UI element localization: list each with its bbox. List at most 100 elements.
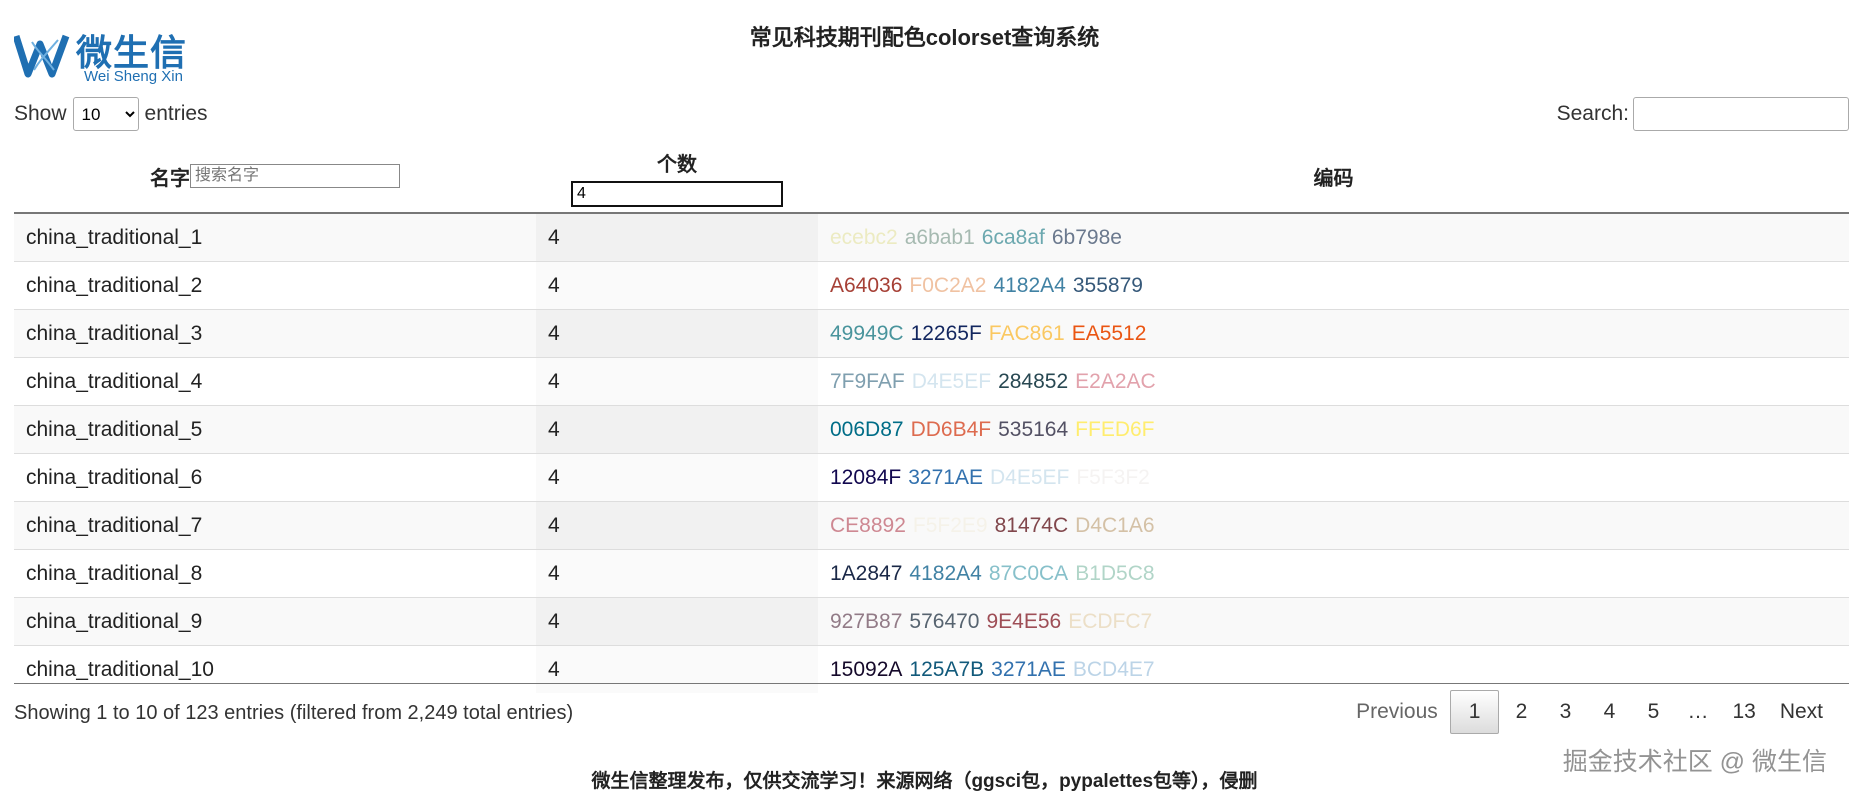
column-code-label: 编码 xyxy=(1313,167,1354,190)
pagination: Previous 1 2 3 4 5 … 13 Next xyxy=(1344,690,1835,734)
color-code: 6b798e xyxy=(1051,225,1122,249)
color-code: ecebc2 xyxy=(830,225,898,249)
color-code: 4182A4 xyxy=(909,561,982,585)
color-code: 576470 xyxy=(909,609,980,633)
table-row: china_traditional_1 4 ecebc2 a6bab1 6ca8af 6b… xyxy=(14,214,1849,261)
table-bottom-border xyxy=(14,683,1849,684)
cell-count: 4 xyxy=(536,214,818,261)
table-header: 名字 个数 编码 xyxy=(14,140,1849,214)
cell-codes: 15092A 125A7B 3271AE BCD4E7 xyxy=(818,646,1849,693)
cell-name: china_traditional_9 xyxy=(14,598,536,645)
page-ellipsis: … xyxy=(1687,700,1709,723)
color-code: 7F9FAF xyxy=(830,369,905,393)
cell-count: 4 xyxy=(536,598,818,645)
cell-codes: 12084F 3271AE D4E5EF F5F3F2 xyxy=(818,454,1849,501)
color-code: ECDFC7 xyxy=(1068,609,1153,633)
page-button[interactable]: 2 xyxy=(1499,690,1543,734)
table-row: china_traditional_3 4 49949C 12265F FAC861 EA… xyxy=(14,309,1849,357)
cell-count: 4 xyxy=(536,406,818,453)
cell-count: 4 xyxy=(536,502,818,549)
page-title: 常见科技期刊配色colorset查询系统 xyxy=(749,25,1100,50)
color-code: E2A2AC xyxy=(1075,369,1156,393)
length-prefix: Show xyxy=(14,102,67,125)
color-code: 535164 xyxy=(998,417,1069,441)
count-filter-input[interactable] xyxy=(571,181,783,207)
cell-codes: 006D87 DD6B4F 535164 FFED6F xyxy=(818,406,1849,453)
table-row: china_traditional_7 4 CE8892 F5F2E9 81474C D4… xyxy=(14,501,1849,549)
color-code: 6ca8af xyxy=(981,225,1045,249)
page-button-current[interactable]: 1 xyxy=(1449,690,1500,734)
cell-codes: 7F9FAF D4E5EF 284852 E2A2AC xyxy=(818,358,1849,405)
previous-page-button[interactable]: Previous xyxy=(1344,690,1450,734)
color-code: D4E5EF xyxy=(911,369,992,393)
length-control: Show 10 entries xyxy=(14,97,208,131)
color-code: 125A7B xyxy=(909,657,985,681)
cell-codes: CE8892 F5F2E9 81474C D4C1A6 xyxy=(818,502,1849,549)
table-row: china_traditional_10 4 15092A 125A7B 3271AE B… xyxy=(14,645,1849,693)
column-count-label: 个数 xyxy=(657,154,697,176)
color-code: F0C2A2 xyxy=(909,273,987,297)
name-filter-input[interactable] xyxy=(190,164,400,188)
cell-name: china_traditional_4 xyxy=(14,358,536,405)
cell-count: 4 xyxy=(536,454,818,501)
cell-codes: A64036 F0C2A2 4182A4 355879 xyxy=(818,262,1849,309)
column-name-label: 名字 xyxy=(150,167,190,190)
column-header-count[interactable]: 个数 xyxy=(536,140,818,212)
page-button[interactable]: 3 xyxy=(1543,690,1587,734)
column-header-code[interactable]: 编码 xyxy=(818,140,1849,212)
table-row: china_traditional_9 4 927B87 576470 9E4E56 EC… xyxy=(14,597,1849,645)
table-body: china_traditional_1 4 ecebc2 a6bab1 6ca8af 6b… xyxy=(14,214,1849,693)
color-code: 81474C xyxy=(994,513,1069,537)
watermark: 掘金技术社区 @ 微生信 xyxy=(1562,748,1827,776)
color-code: FAC861 xyxy=(988,321,1065,345)
page-button[interactable]: 5 xyxy=(1631,690,1675,734)
color-code: FFED6F xyxy=(1075,417,1155,441)
length-suffix: entries xyxy=(144,102,208,125)
color-code: EA5512 xyxy=(1071,321,1147,345)
next-page-button[interactable]: Next xyxy=(1768,690,1835,734)
color-code: 9E4E56 xyxy=(986,609,1062,633)
cell-name: china_traditional_7 xyxy=(14,502,536,549)
column-header-name[interactable]: 名字 xyxy=(14,140,536,212)
cell-codes: 927B87 576470 9E4E56 ECDFC7 xyxy=(818,598,1849,645)
entries-per-page-select[interactable]: 10 xyxy=(72,97,139,131)
page-button[interactable]: 4 xyxy=(1587,690,1631,734)
table-row: china_traditional_6 4 12084F 3271AE D4E5EF F5… xyxy=(14,453,1849,501)
color-code: 3271AE xyxy=(991,657,1066,681)
color-code: 49949C xyxy=(830,321,904,345)
table-info: Showing 1 to 10 of 123 entries (filtered… xyxy=(14,702,574,724)
color-code: 4182A4 xyxy=(993,273,1066,297)
cell-name: china_traditional_1 xyxy=(14,214,536,261)
search-label: Search: xyxy=(1556,102,1629,125)
table-row: china_traditional_8 4 1A2847 4182A4 87C0CA B1… xyxy=(14,549,1849,597)
color-code: 1A2847 xyxy=(830,561,903,585)
color-code: 87C0CA xyxy=(988,561,1069,585)
color-code: 355879 xyxy=(1072,273,1143,297)
table-row: china_traditional_2 4 A64036 F0C2A2 4182A4 35… xyxy=(14,261,1849,309)
cell-codes: 49949C 12265F FAC861 EA5512 xyxy=(818,310,1849,357)
color-code: F5F3F2 xyxy=(1076,465,1150,489)
search-input[interactable] xyxy=(1633,97,1849,131)
color-code: D4E5EF xyxy=(989,465,1070,489)
cell-name: china_traditional_8 xyxy=(14,550,536,597)
color-code: 3271AE xyxy=(908,465,983,489)
cell-name: china_traditional_6 xyxy=(14,454,536,501)
cell-name: china_traditional_5 xyxy=(14,406,536,453)
search-control: Search: xyxy=(1557,97,1849,131)
cell-codes: ecebc2 a6bab1 6ca8af 6b798e xyxy=(818,214,1849,261)
table-row: china_traditional_5 4 006D87 DD6B4F 535164 FF… xyxy=(14,405,1849,453)
cell-name: china_traditional_3 xyxy=(14,310,536,357)
color-code: 12265F xyxy=(910,321,982,345)
color-code: A64036 xyxy=(830,273,903,297)
page-button[interactable]: 13 xyxy=(1720,690,1767,734)
cell-codes: 1A2847 4182A4 87C0CA B1D5C8 xyxy=(818,550,1849,597)
color-code: DD6B4F xyxy=(910,417,992,441)
color-code: BCD4E7 xyxy=(1072,657,1155,681)
color-code: 927B87 xyxy=(830,609,903,633)
cell-count: 4 xyxy=(536,358,818,405)
cell-count: 4 xyxy=(536,310,818,357)
cell-name: china_traditional_2 xyxy=(14,262,536,309)
color-code: D4C1A6 xyxy=(1075,513,1155,537)
cell-count: 4 xyxy=(536,262,818,309)
color-code: CE8892 xyxy=(830,513,906,537)
